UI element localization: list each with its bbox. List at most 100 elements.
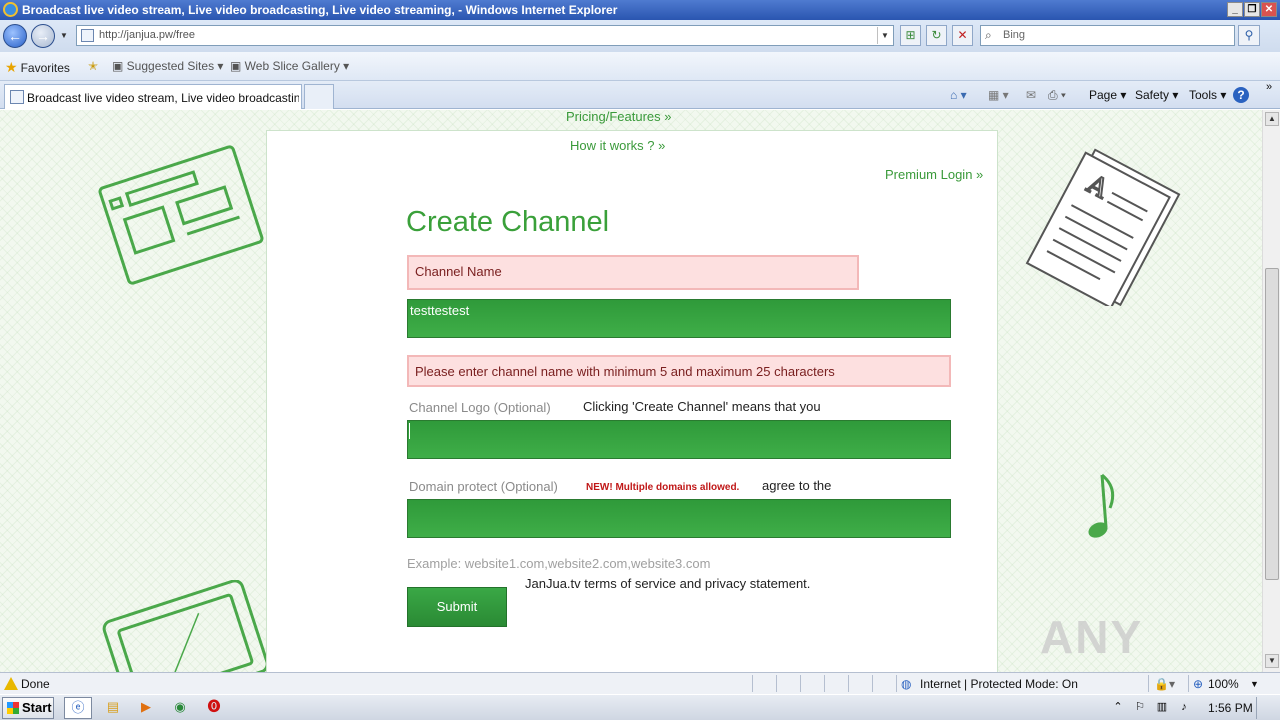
scroll-down-icon[interactable]: ▼ — [1265, 654, 1279, 668]
new-feature-badge: NEW! Multiple domains allowed. — [586, 482, 740, 493]
favorites-label: Favorites — [20, 61, 70, 75]
tab-bar: Broadcast live video stream, Live video … — [0, 81, 1280, 109]
domain-example-hint: Example: website1.com,website2.com,websi… — [407, 556, 711, 571]
globe-icon: ◍ — [901, 677, 912, 691]
show-desktop-button[interactable] — [1256, 697, 1276, 719]
page-content: A Pricing/Features » How it works ? » Pr… — [0, 110, 1262, 672]
refresh-icon[interactable]: ↻ — [926, 25, 947, 46]
zoom-dropdown-icon[interactable]: ▼ — [1250, 679, 1259, 689]
taskbar-explorer-icon[interactable]: ▤ — [99, 697, 127, 719]
domain-protect-input[interactable] — [407, 499, 951, 538]
taskbar-chrome-icon[interactable]: ◉ — [166, 697, 194, 719]
scroll-thumb[interactable] — [1265, 268, 1279, 580]
status-text: Done — [21, 677, 50, 691]
how-it-works-link[interactable]: How it works ? » — [570, 138, 665, 153]
page-icon: ▣ — [230, 59, 245, 73]
title-bar: Broadcast live video stream, Live video … — [0, 0, 1280, 20]
zoom-icon: ⊕ — [1193, 677, 1204, 691]
suggested-sites-link[interactable]: ▣ Suggested Sites ▾ — [112, 59, 223, 73]
stop-icon[interactable]: ✕ — [952, 25, 973, 46]
compatibility-icon[interactable]: ⊞ — [900, 25, 921, 46]
terms-link[interactable]: JanJua.tv terms of service and privacy s… — [525, 576, 810, 591]
premium-login-link[interactable]: Premium Login » — [885, 167, 983, 182]
tablet-doodle-icon — [102, 580, 266, 672]
mail-icon[interactable]: ✉ — [1026, 88, 1036, 102]
star-icon: ★ — [5, 59, 18, 75]
status-bar: Done ◍ Internet | Protected Mode: On 🔒▾ … — [0, 672, 1280, 694]
divider — [848, 675, 849, 692]
tools-menu[interactable]: Tools ▾ — [1189, 88, 1226, 102]
window-title: Broadcast live video stream, Live video … — [22, 3, 618, 17]
ie-logo-icon — [3, 2, 18, 17]
text-caret — [409, 423, 410, 439]
divider — [896, 675, 897, 692]
vertical-scrollbar[interactable]: ▲ ▼ — [1262, 110, 1280, 672]
favorites-bar: ★ Favorites ✭ ▣ Suggested Sites ▾ ▣ Web S… — [0, 52, 1280, 81]
page-menu[interactable]: Page ▾ — [1089, 88, 1126, 102]
new-tab-button[interactable] — [304, 84, 334, 109]
add-favorite-icon[interactable]: ✭ — [88, 59, 98, 73]
channel-name-input[interactable]: testtestest — [407, 299, 951, 338]
divider — [752, 675, 753, 692]
anyrun-watermark: ANY RUN — [1040, 611, 1144, 672]
start-button[interactable]: Start — [2, 697, 54, 719]
warning-icon — [4, 677, 18, 690]
search-go-icon[interactable]: ⚲ — [1238, 25, 1260, 46]
pricing-features-link[interactable]: Pricing/Features » — [566, 110, 672, 124]
web-slice-gallery-link[interactable]: ▣ Web Slice Gallery ▾ — [230, 59, 349, 73]
terms-text-line1: Clicking 'Create Channel' means that you — [583, 399, 821, 414]
bing-search-icon: ⌕ — [985, 28, 992, 42]
page-title: Create Channel — [406, 206, 610, 238]
safety-menu[interactable]: Safety ▾ — [1135, 88, 1178, 102]
feeds-icon[interactable]: ▦ ▾ — [988, 88, 1009, 102]
favorites-button[interactable]: ★ Favorites — [5, 59, 70, 76]
divider — [1188, 675, 1189, 692]
tray-volume-icon[interactable]: ♪ — [1170, 697, 1198, 719]
minimize-button[interactable]: _ — [1227, 2, 1243, 17]
print-icon[interactable]: ⎙ ▾ — [1048, 88, 1066, 103]
channel-logo-label: Channel Logo (Optional) — [409, 400, 551, 415]
terms-text-line2: agree to the — [762, 478, 832, 493]
divider — [872, 675, 873, 692]
chevron-more-icon[interactable]: » — [1266, 81, 1272, 93]
taskbar-ie-icon[interactable]: ⓔ — [64, 697, 92, 719]
suggested-sites-label: Suggested Sites ▾ — [126, 59, 224, 73]
channel-name-value: testtestest — [410, 303, 470, 318]
web-slice-gallery-label: Web Slice Gallery ▾ — [244, 59, 350, 73]
protected-mode-icon[interactable]: 🔒▾ — [1154, 677, 1175, 691]
address-input[interactable]: http://janjua.pw/free ▼ — [76, 25, 894, 46]
taskbar-media-player-icon[interactable]: ▶ — [132, 697, 160, 719]
taskbar-opera-icon[interactable]: ⓿ — [200, 697, 228, 719]
security-zone-text: Internet | Protected Mode: On — [920, 677, 1078, 691]
forward-button[interactable]: → — [31, 24, 55, 48]
documents-doodle-icon: A — [1025, 148, 1181, 306]
divider — [824, 675, 825, 692]
address-toolbar: ← → ▼ http://janjua.pw/free ▼ ⊞ ↻ ✕ ⌕ Bi… — [0, 20, 1280, 52]
home-icon[interactable]: ⌂ ▾ — [950, 88, 967, 102]
back-button[interactable]: ← — [3, 24, 27, 48]
divider — [776, 675, 777, 692]
divider — [800, 675, 801, 692]
help-icon[interactable]: ? — [1233, 87, 1249, 103]
tab-label: Broadcast live video stream, Live video … — [27, 91, 299, 105]
channel-name-error: Please enter channel name with minimum 5… — [407, 355, 951, 387]
maximize-button[interactable]: ❐ — [1244, 2, 1260, 17]
submit-button[interactable]: Submit — [407, 587, 507, 627]
search-placeholder: Bing — [1003, 29, 1026, 41]
address-dropdown-icon[interactable]: ▼ — [877, 27, 892, 44]
domain-protect-label: Domain protect (Optional) — [409, 479, 558, 494]
page-icon — [10, 90, 24, 104]
channel-name-label: Channel Name — [407, 255, 859, 290]
tab-active[interactable]: Broadcast live video stream, Live video … — [4, 84, 302, 109]
scroll-up-icon[interactable]: ▲ — [1265, 112, 1279, 126]
zoom-level[interactable]: 100% — [1208, 677, 1239, 691]
search-input[interactable]: ⌕ Bing — [980, 25, 1235, 46]
music-note-icon — [1088, 473, 1115, 538]
clock: 1:56 PM — [1208, 701, 1253, 715]
windows-logo-icon — [7, 702, 19, 714]
channel-logo-input[interactable] — [407, 420, 951, 459]
url-text: http://janjua.pw/free — [99, 29, 196, 41]
newspaper-doodle-icon — [98, 145, 264, 285]
history-dropdown-icon[interactable]: ▼ — [60, 31, 68, 40]
close-button[interactable]: ✕ — [1261, 2, 1277, 17]
